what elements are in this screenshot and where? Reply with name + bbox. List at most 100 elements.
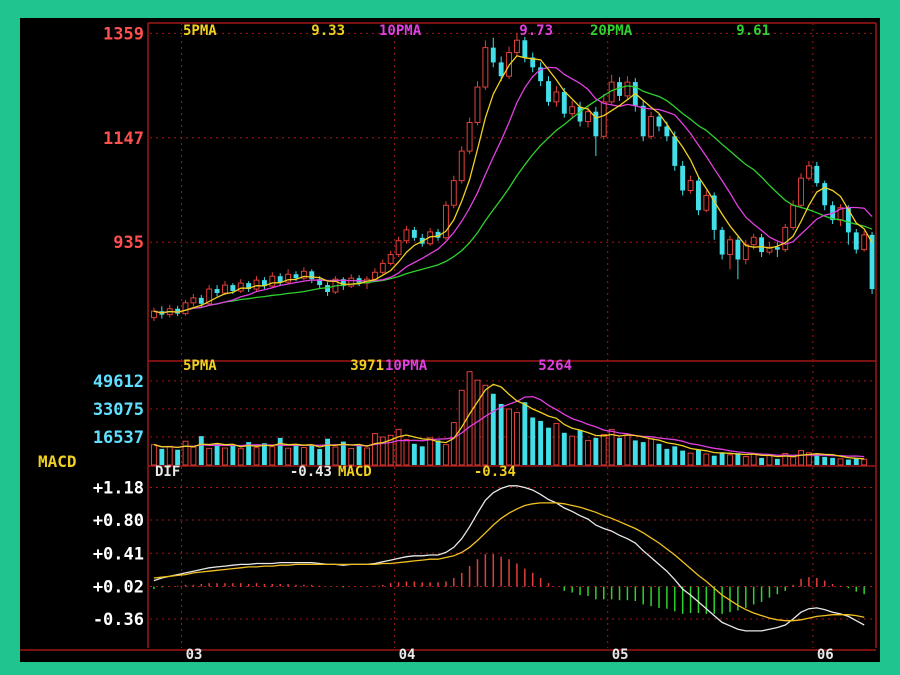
chart-screen: 1359 1147 935 49612 33075 16537 +1.18 +0.80 +0.4… xyxy=(20,18,880,662)
ma5-line xyxy=(153,55,873,314)
candle-body xyxy=(585,111,591,123)
gridlines xyxy=(150,23,876,648)
volume-bar xyxy=(490,393,496,465)
volume-bar xyxy=(703,453,710,466)
volume-bar xyxy=(593,437,599,465)
volume-bar xyxy=(237,448,244,466)
candle-body xyxy=(277,276,283,283)
candle-body xyxy=(680,165,686,191)
volume-bar xyxy=(640,442,646,465)
candle-body xyxy=(735,239,741,260)
candle-body xyxy=(672,136,678,166)
volume-bar xyxy=(214,443,220,465)
volume-bar xyxy=(759,457,765,465)
volume-bar xyxy=(332,446,339,466)
candle-body xyxy=(387,254,394,264)
candle-body xyxy=(561,91,567,114)
volume-bar xyxy=(648,438,655,466)
macd-tick-label: +0.02 xyxy=(93,578,144,598)
volume-bar xyxy=(656,443,662,465)
candle-body xyxy=(395,240,402,256)
legend-value: 9.33 xyxy=(311,23,345,39)
volume-bar xyxy=(253,447,260,466)
volume-bar xyxy=(530,417,536,465)
candlesticks xyxy=(150,32,875,322)
volume-bar xyxy=(222,447,228,466)
volume-bar xyxy=(742,456,749,466)
labels: 1359 1147 935 49612 33075 16537 +1.18 +0.80 +0.4… xyxy=(38,23,834,662)
candle-body xyxy=(695,180,701,211)
candle-body xyxy=(546,81,551,102)
candle-body xyxy=(814,165,820,184)
legend-label: 20PMA xyxy=(590,23,633,39)
volume-bar xyxy=(364,447,370,466)
candle-body xyxy=(600,101,607,137)
volume-bar xyxy=(600,433,607,466)
candle-body xyxy=(450,180,457,206)
macd-tick-label: -0.36 xyxy=(93,610,144,630)
candle-body xyxy=(719,229,725,255)
volume-bar xyxy=(150,444,157,466)
volume-bar xyxy=(513,411,520,466)
volume-bar xyxy=(442,444,449,466)
candle-body xyxy=(742,244,749,260)
volume-bar xyxy=(190,446,197,466)
macd-tick-label: +0.80 xyxy=(93,511,144,531)
candle-body xyxy=(569,106,576,115)
candle-body xyxy=(750,236,757,246)
volume-bar xyxy=(293,445,299,465)
legend-label: 10PMA xyxy=(379,23,422,39)
candle-body xyxy=(805,165,812,179)
volume-bar xyxy=(617,437,622,465)
price-tick-label: 1147 xyxy=(103,129,144,149)
volume-bar xyxy=(680,450,686,465)
candle-body xyxy=(490,47,496,63)
legend-value: 9.73 xyxy=(519,23,553,39)
volume-bar xyxy=(159,448,165,465)
volume-tick-label: 49612 xyxy=(93,372,144,392)
price-tick-label: 935 xyxy=(113,233,144,253)
candle-body xyxy=(624,81,631,97)
volume-bar xyxy=(569,435,576,466)
macd-tick-label: +1.18 xyxy=(93,479,144,499)
volume-bar xyxy=(853,458,859,465)
candle-body xyxy=(861,234,868,251)
volume-bar xyxy=(498,403,504,465)
legend-label: 10PMA xyxy=(385,358,428,374)
candle-body xyxy=(853,232,859,250)
candle-body xyxy=(293,274,299,279)
volume-bar xyxy=(830,457,836,465)
candle-body xyxy=(182,302,189,315)
legend-value: 9.61 xyxy=(736,23,770,39)
volume-bar xyxy=(798,450,804,466)
legend-value: 3971 xyxy=(350,358,384,374)
x-axis-month-label: 05 xyxy=(612,647,629,662)
volume-bar xyxy=(632,440,638,465)
candle-body xyxy=(458,150,465,182)
candle-body xyxy=(403,229,410,242)
volume-bar xyxy=(861,458,868,466)
volume-bar xyxy=(300,447,307,466)
candle-body xyxy=(498,62,504,77)
volume-bar xyxy=(309,444,315,465)
volume-bar xyxy=(285,447,292,466)
volume-bar xyxy=(166,445,173,466)
volume-bar xyxy=(727,454,733,466)
volume-bar xyxy=(450,422,457,466)
candle-body xyxy=(869,234,875,290)
volume-bar xyxy=(553,422,560,466)
volume-bar xyxy=(435,440,441,465)
volume-bar xyxy=(719,452,725,465)
volume-bar xyxy=(395,428,402,466)
candle-body xyxy=(230,285,236,291)
candle-body xyxy=(553,91,560,103)
volume-bar xyxy=(664,448,670,465)
volume-bar xyxy=(371,433,378,466)
x-axis-month-label: 03 xyxy=(186,647,203,662)
candle-body xyxy=(687,180,694,192)
candle-body xyxy=(474,86,481,124)
volume-bar xyxy=(766,455,773,466)
volume-bar xyxy=(585,439,591,466)
macd-panel-title: MACD xyxy=(38,452,77,471)
candle-body xyxy=(411,229,417,238)
